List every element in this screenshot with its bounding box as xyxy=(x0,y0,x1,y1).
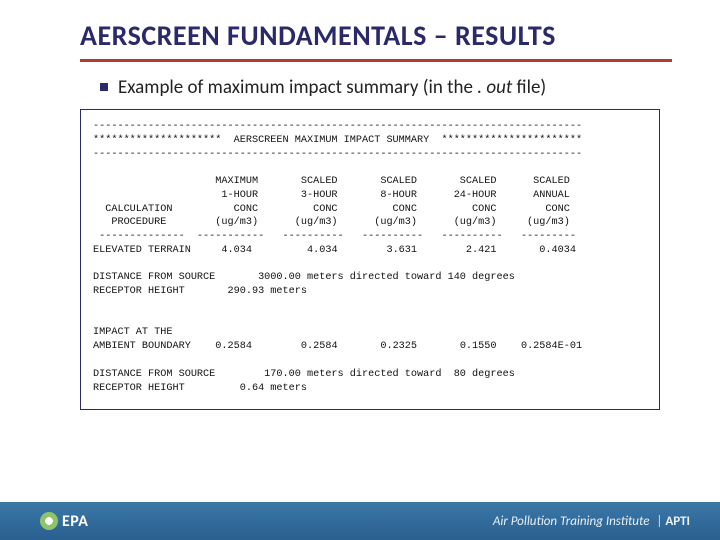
out-header-rule: -------------- ----------- ---------- --… xyxy=(93,231,576,242)
subtitle-prefix: Example of maximum impact summary (in th… xyxy=(118,76,477,99)
apti-full: Air Pollution Training Institute xyxy=(493,514,650,529)
subtitle-emph: . out xyxy=(477,76,512,99)
out-header4: PROCEDURE (ug/m3) (ug/m3) (ug/m3) (ug/m3… xyxy=(93,217,570,228)
output-box: ----------------------------------------… xyxy=(80,109,660,410)
bullet-icon xyxy=(100,83,108,91)
out-row2-label1: IMPACT AT THE xyxy=(93,327,172,338)
out-hr1: ----------------------------------------… xyxy=(93,121,582,132)
out-dist1: DISTANCE FROM SOURCE 3000.00 meters dire… xyxy=(93,272,515,283)
out-banner: ********************* AERSCREEN MAXIMUM … xyxy=(93,135,582,146)
out-header3: CALCULATION CONC CONC CONC CONC CONC xyxy=(93,204,570,215)
footer-bar: EPA Air Pollution Training Institute | A… xyxy=(0,502,720,540)
out-dist2: DISTANCE FROM SOURCE 170.00 meters direc… xyxy=(93,369,515,380)
out-recpt2: RECEPTOR HEIGHT 0.64 meters xyxy=(93,383,307,394)
subtitle-suffix: file) xyxy=(512,76,546,99)
slide-subtitle: Example of maximum impact summary (in th… xyxy=(0,70,720,109)
out-row2-values: 0.2584 0.2584 0.2325 0.1550 0.2584E-01 xyxy=(191,341,582,352)
epa-logo: EPA xyxy=(40,512,88,531)
slide: AERSCREEN FUNDAMENTALS – RESULTS Example… xyxy=(0,0,720,540)
epa-text: EPA xyxy=(62,512,88,531)
out-header1: MAXIMUM SCALED SCALED SCALED SCALED xyxy=(93,176,570,187)
apti-short: APTI xyxy=(665,514,690,529)
out-row2-label2: AMBIENT BOUNDARY xyxy=(93,341,191,352)
slide-title: AERSCREEN FUNDAMENTALS – RESULTS xyxy=(0,0,720,57)
out-row1-label: ELEVATED TERRAIN xyxy=(93,245,191,256)
title-underline xyxy=(80,59,672,62)
epa-flower-icon xyxy=(40,512,58,530)
out-header2: 1-HOUR 3-HOUR 8-HOUR 24-HOUR ANNUAL xyxy=(93,190,570,201)
out-row1-values: 4.034 4.034 3.631 2.421 0.4034 xyxy=(191,245,576,256)
out-recpt1: RECEPTOR HEIGHT 290.93 meters xyxy=(93,286,307,297)
apti-bar: | xyxy=(656,514,662,529)
footer-apti: Air Pollution Training Institute | APTI xyxy=(493,514,690,529)
out-hr2: ----------------------------------------… xyxy=(93,149,582,160)
